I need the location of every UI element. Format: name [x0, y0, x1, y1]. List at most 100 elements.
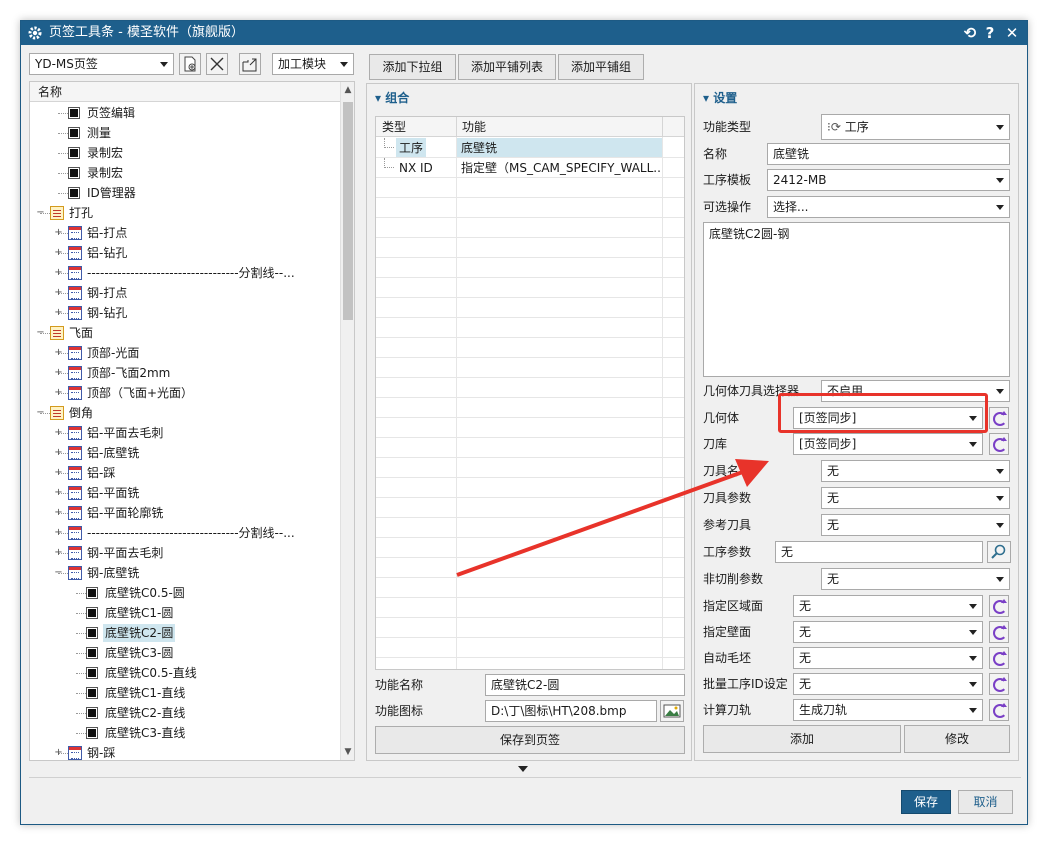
tree-row[interactable]: + 铝-平面铣	[30, 483, 342, 503]
expand-icon[interactable]: +	[54, 268, 63, 278]
collapse-icon[interactable]: −	[36, 208, 45, 218]
scrollbar-thumb[interactable]	[343, 102, 353, 320]
tool-name-select[interactable]: 无	[821, 460, 1010, 482]
expand-icon[interactable]: +	[54, 468, 63, 478]
expand-icon[interactable]: +	[54, 448, 63, 458]
chevron-up-icon[interactable]: ▲	[341, 82, 354, 98]
tree-row[interactable]: + 顶部（飞面+光面）	[30, 383, 342, 403]
tree-row[interactable]: + 铝-踩	[30, 463, 342, 483]
save-button[interactable]: 保存	[901, 790, 951, 814]
tree-row[interactable]: + -----------------------------------分割线-…	[30, 263, 342, 283]
tree-row[interactable]: 底壁铣C2-直线	[30, 703, 342, 723]
tree-row[interactable]: 底壁铣C2-圆	[30, 623, 342, 643]
chevron-down-icon[interactable]: ▼	[341, 744, 354, 760]
tree-row[interactable]: 底壁铣C0.5-直线	[30, 663, 342, 683]
module-select[interactable]: 加工模块	[272, 53, 354, 75]
save-to-page-button[interactable]: 保存到页签	[375, 726, 685, 754]
tree-row[interactable]: + 钢-踩	[30, 743, 342, 760]
tree-row[interactable]: + 钢-钻孔	[30, 303, 342, 323]
collapse-icon[interactable]: −	[36, 328, 45, 338]
tree-row[interactable]: + 铝-打点	[30, 223, 342, 243]
expand-icon[interactable]: +	[54, 428, 63, 438]
help-button[interactable]: ?	[981, 23, 999, 43]
expand-icon[interactable]: +	[54, 348, 63, 358]
sync-icon[interactable]	[989, 699, 1009, 721]
expand-icon[interactable]: +	[54, 248, 63, 258]
tool-lib-select[interactable]: [页签同步]	[793, 433, 983, 455]
calc-select[interactable]: 生成刀轨	[793, 699, 983, 721]
sync-icon[interactable]	[989, 433, 1009, 455]
func-name-input[interactable]: 底壁铣C2-圆	[485, 674, 685, 696]
sync-icon[interactable]	[989, 595, 1009, 617]
sync-icon[interactable]	[989, 647, 1009, 669]
name-input[interactable]: 底壁铣	[767, 143, 1010, 165]
tree-scrollbar[interactable]: ▲ ▼	[340, 82, 354, 760]
add-tile-group-button[interactable]: 添加平铺组	[558, 54, 644, 80]
cancel-button[interactable]: 取消	[958, 790, 1013, 814]
export-button[interactable]	[239, 53, 261, 75]
tree-row[interactable]: − 飞面	[30, 323, 342, 343]
tree-row[interactable]: + 钢-平面去毛刺	[30, 543, 342, 563]
collapse-toggle-icon[interactable]	[518, 766, 528, 772]
tree-row[interactable]: + 铝-平面轮廓铣	[30, 503, 342, 523]
expand-icon[interactable]: +	[54, 748, 63, 758]
description-textarea[interactable]: 底壁铣C2圆-钢	[703, 222, 1010, 377]
tool-param-select[interactable]: 无	[821, 487, 1010, 509]
expand-icon[interactable]: +	[54, 508, 63, 518]
tree-row[interactable]: + 钢-打点	[30, 283, 342, 303]
page-select[interactable]: YD-MS页签	[29, 53, 174, 75]
tree-row[interactable]: 底壁铣C1-直线	[30, 683, 342, 703]
sync-icon[interactable]	[989, 673, 1009, 695]
tree-row[interactable]: 页签编辑	[30, 103, 342, 123]
delete-button[interactable]	[206, 53, 228, 75]
tree-row[interactable]: 底壁铣C3-直线	[30, 723, 342, 743]
ref-tool-select[interactable]: 无	[821, 514, 1010, 536]
area-select[interactable]: 无	[793, 595, 983, 617]
optional-op-select[interactable]: 选择...	[767, 196, 1010, 218]
browse-icon-button[interactable]	[660, 700, 684, 722]
refresh-button[interactable]: ⟲	[961, 23, 979, 43]
modify-button[interactable]: 修改	[904, 725, 1010, 753]
tree-row[interactable]: + 铝-钻孔	[30, 243, 342, 263]
func-type-select[interactable]: ⁝⟳ 工序	[821, 114, 1010, 140]
template-select[interactable]: 2412-MB	[767, 169, 1010, 191]
batch-id-select[interactable]: 无	[793, 673, 983, 695]
tree-row[interactable]: 底壁铣C1-圆	[30, 603, 342, 623]
expand-icon[interactable]: +	[54, 528, 63, 538]
add-dropdown-group-button[interactable]: 添加下拉组	[369, 54, 456, 80]
combo-row[interactable]: 工序 底壁铣	[376, 138, 684, 158]
tree-row[interactable]: ID管理器	[30, 183, 342, 203]
tree-row[interactable]: + 铝-底壁铣	[30, 443, 342, 463]
tree-row[interactable]: 底壁铣C3-圆	[30, 643, 342, 663]
expand-icon[interactable]: +	[54, 308, 63, 318]
close-button[interactable]: ✕	[1003, 23, 1021, 43]
combo-row[interactable]: NX ID 指定壁（MS_CAM_SPECIFY_WALL...	[376, 158, 684, 178]
expand-icon[interactable]: +	[54, 488, 63, 498]
collapse-icon[interactable]: −	[54, 568, 63, 578]
expand-icon[interactable]: +	[54, 368, 63, 378]
tree-row[interactable]: + 顶部-光面	[30, 343, 342, 363]
tree-row[interactable]: − 打孔	[30, 203, 342, 223]
collapse-icon[interactable]: −	[36, 408, 45, 418]
tree-row[interactable]: 录制宏	[30, 143, 342, 163]
sync-icon[interactable]	[989, 621, 1009, 643]
expand-icon[interactable]: +	[54, 548, 63, 558]
func-icon-input[interactable]: D:\丁\图标\HT\208.bmp	[485, 700, 657, 722]
expand-icon[interactable]: +	[54, 228, 63, 238]
wall-select[interactable]: 无	[793, 621, 983, 643]
tree-row[interactable]: + 顶部-飞面2mm	[30, 363, 342, 383]
tree-row[interactable]: + 铝-平面去毛刺	[30, 423, 342, 443]
tree-row[interactable]: 底壁铣C0.5-圆	[30, 583, 342, 603]
noncut-select[interactable]: 无	[821, 568, 1010, 590]
sync-icon[interactable]	[989, 407, 1009, 429]
page-tree[interactable]: 名称 页签编辑 测量 录制宏 录制宏 ID管理器 − 打孔 + 铝-打点 + 铝-钻孔 + ------…	[29, 81, 355, 761]
op-param-search-button[interactable]	[987, 541, 1011, 563]
blank-select[interactable]: 无	[793, 647, 983, 669]
tree-row[interactable]: + -----------------------------------分割线-…	[30, 523, 342, 543]
new-page-button[interactable]	[179, 53, 201, 75]
add-tile-list-button[interactable]: 添加平铺列表	[458, 54, 556, 80]
tree-row[interactable]: 测量	[30, 123, 342, 143]
tree-row[interactable]: − 倒角	[30, 403, 342, 423]
tree-row[interactable]: − 钢-底壁铣	[30, 563, 342, 583]
add-button[interactable]: 添加	[703, 725, 901, 753]
